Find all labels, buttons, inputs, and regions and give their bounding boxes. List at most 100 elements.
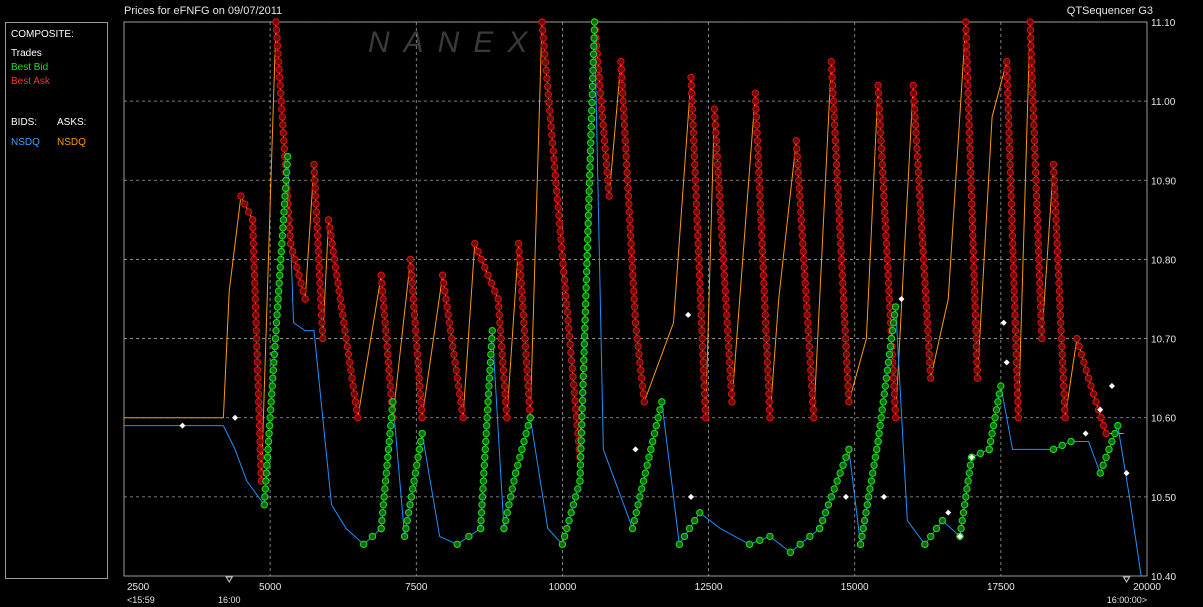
best-ask-point (841, 319, 849, 327)
best-bid-point (1114, 421, 1122, 430)
best-ask-point (301, 295, 309, 303)
best-ask-point (830, 105, 838, 113)
best-ask-point (554, 203, 562, 212)
best-ask-point (884, 271, 892, 279)
best-bid-point (485, 374, 494, 382)
best-bid-point (560, 532, 569, 541)
best-ask-point (698, 342, 707, 351)
best-ask-point (926, 358, 934, 367)
best-ask-point (1026, 34, 1035, 42)
best-ask-point (547, 123, 555, 131)
best-ask-point (253, 342, 261, 351)
best-ask-point (875, 105, 884, 113)
best-bid-point (589, 58, 597, 66)
best-ask-point (602, 152, 610, 161)
best-bid-point (583, 243, 592, 252)
best-bid-point (588, 82, 597, 91)
best-ask-point (316, 279, 324, 287)
best-ask-point (250, 271, 259, 279)
best-ask-point (701, 414, 710, 422)
best-ask-point (700, 374, 708, 382)
best-ask-point (413, 350, 422, 359)
best-ask-point (842, 342, 850, 351)
best-ask-point (1029, 113, 1038, 121)
best-bid-point (1111, 429, 1119, 438)
best-ask-point (560, 268, 568, 276)
best-ask-point (764, 374, 772, 382)
best-ask-point (624, 184, 632, 192)
best-ask-point (277, 97, 285, 105)
best-ask-point (698, 334, 706, 343)
best-ask-point (759, 263, 767, 272)
best-ask-point (727, 390, 736, 398)
best-ask-point (922, 295, 930, 303)
best-ask-point (1011, 303, 1019, 311)
best-ask-point (836, 224, 844, 232)
best-ask-point (715, 184, 723, 192)
best-ask-point (595, 73, 603, 82)
best-bid-point (283, 152, 292, 161)
best-ask-point (446, 326, 455, 335)
best-ask-point (548, 131, 556, 139)
best-ask-point (1075, 342, 1083, 351)
best-ask-point (1013, 382, 1022, 390)
best-ask-point (1055, 295, 1064, 303)
best-ask-point (1010, 279, 1018, 287)
best-bid-point (271, 342, 279, 351)
best-bid-point (406, 501, 414, 509)
best-ask-point (598, 113, 607, 121)
best-ask-point (620, 121, 629, 129)
best-ask-point (471, 239, 479, 248)
best-ask-point (629, 279, 637, 287)
best-ask-point (571, 397, 579, 405)
best-ask-point (794, 160, 802, 169)
best-bid-point (639, 477, 648, 485)
best-ask-point (286, 239, 295, 248)
best-bid-point (858, 532, 866, 541)
best-ask-point (484, 271, 492, 279)
best-bid-point (571, 493, 580, 501)
best-ask-point (697, 303, 705, 311)
best-bid-point (477, 508, 486, 517)
best-bid-point (756, 536, 764, 545)
best-ask-point (1052, 216, 1060, 224)
best-ask-point (1032, 184, 1040, 192)
best-ask-point (450, 350, 458, 359)
best-ask-point (237, 192, 245, 200)
best-bid-point (482, 421, 491, 430)
best-ask-point (758, 239, 766, 248)
best-ask-point (618, 73, 626, 82)
best-ask-point (382, 326, 390, 335)
best-ask-point (562, 300, 571, 308)
best-bid-point (584, 219, 592, 228)
best-ask-point (723, 326, 732, 335)
best-ask-point (452, 366, 460, 374)
best-ask-point (1037, 326, 1046, 335)
best-ask-point (883, 247, 891, 256)
best-ask-point (688, 97, 696, 105)
best-ask-point (516, 263, 524, 272)
best-bid-point (283, 160, 291, 169)
best-bid-point (481, 453, 489, 461)
best-ask-point (765, 398, 773, 406)
best-ask-point (515, 255, 524, 264)
best-ask-point (724, 342, 733, 351)
best-bid-point (875, 429, 883, 438)
best-ask-point (252, 311, 260, 319)
best-ask-point (919, 247, 927, 256)
best-ask-point (638, 382, 647, 390)
best-ask-point (522, 350, 530, 359)
best-ask-point (378, 287, 387, 295)
best-ask-point (973, 358, 981, 367)
best-ask-point (255, 406, 263, 414)
best-ask-point (563, 308, 571, 316)
best-bid-point (824, 501, 833, 509)
best-ask-point (408, 279, 416, 287)
best-ask-point (1052, 224, 1061, 232)
best-ask-point (1031, 144, 1039, 153)
best-ask-point (457, 398, 465, 406)
best-bid-point (579, 364, 588, 372)
best-ask-point (253, 358, 262, 367)
best-ask-point (693, 216, 701, 224)
best-ask-point (716, 208, 725, 216)
